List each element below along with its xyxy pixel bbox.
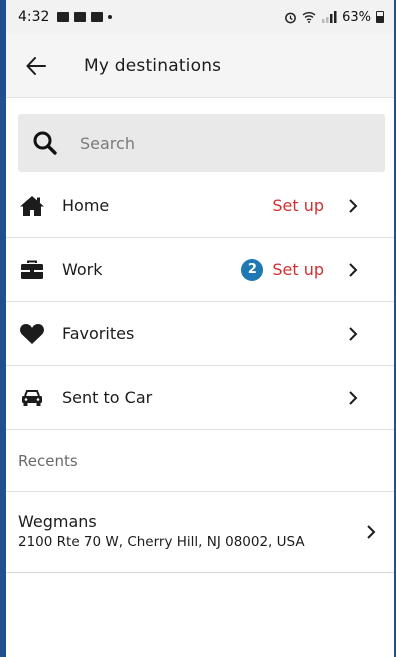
recent-item[interactable]: Wegmans 2100 Rte 70 W, Cherry Hill, NJ 0… [6,492,394,573]
dot-icon [108,15,113,19]
app-bar: My destinations [6,34,394,98]
recent-item-title: Wegmans [18,512,97,531]
gallery-icon [57,12,70,22]
destination-label-home: Home [62,196,110,215]
destination-row-home[interactable]: Home Set up [6,174,394,238]
home-setup-link[interactable]: Set up [272,196,324,215]
chevron-right-icon [346,262,360,277]
radio-icon [74,12,87,22]
heart-icon [18,323,46,345]
status-left: 4:32 [18,9,113,25]
chevron-right-icon [346,198,360,213]
back-button[interactable] [14,44,58,88]
destinations-list: Home Set up Work 2 Set up Favorites Sent… [6,174,394,573]
lte-signal-icon [321,11,337,23]
chevron-right-icon [346,326,360,341]
destination-row-favorites[interactable]: Favorites [6,302,394,366]
battery-percent: 63% [342,9,371,25]
search-icon [32,130,58,156]
destination-label-work: Work [62,260,103,279]
destination-row-work[interactable]: Work 2 Set up [6,238,394,302]
status-bar: 4:32 63% [6,0,394,34]
home-actions: Set up [272,196,324,215]
chevron-right-icon [364,525,378,539]
arrow-left-icon [26,56,46,75]
home-icon [18,195,46,217]
destination-label-favorites: Favorites [62,324,135,343]
work-actions: 2 Set up [241,258,324,281]
briefcase-icon [18,260,46,280]
destination-label-sent-to-car: Sent to Car [62,388,153,407]
destination-row-sent-to-car[interactable]: Sent to Car [6,366,394,430]
car-icon [18,389,46,407]
recent-item-text: Wegmans 2100 Rte 70 W, Cherry Hill, NJ 0… [18,512,305,552]
work-setup-link[interactable]: Set up [272,260,324,279]
search-input[interactable] [80,133,350,153]
recents-header: Recents [6,430,394,492]
page-title: My destinations [84,55,222,76]
notification-badge: 2 [241,258,264,281]
recent-item-address: 2100 Rte 70 W, Cherry Hill, NJ 08002, US… [18,534,305,550]
wifi-icon [302,11,316,23]
search-box[interactable] [18,114,385,172]
status-time: 4:32 [18,9,50,25]
ring-icon [91,12,104,22]
status-right: 63% [284,10,384,25]
battery-icon [376,11,384,23]
alarm-icon [284,11,297,24]
chevron-right-icon [346,390,360,405]
